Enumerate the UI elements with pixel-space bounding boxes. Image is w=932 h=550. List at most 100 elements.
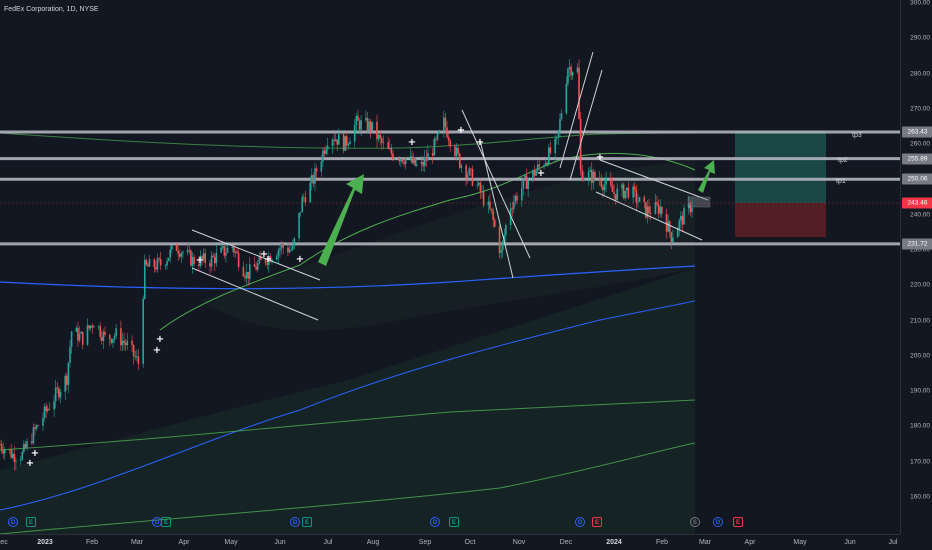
cross-marker: + bbox=[457, 125, 465, 136]
candle-body bbox=[500, 250, 502, 253]
candle-body bbox=[287, 247, 289, 253]
candle-body bbox=[598, 178, 601, 181]
candle-body bbox=[21, 451, 24, 460]
time-tick: 2024 bbox=[606, 539, 622, 546]
candle-body bbox=[148, 259, 151, 267]
candle-body bbox=[643, 197, 646, 203]
tp3-label: tp3 bbox=[852, 132, 862, 139]
candle-body bbox=[169, 249, 172, 258]
event-marker-div[interactable]: D bbox=[430, 517, 440, 527]
event-marker-earn[interactable]: E bbox=[26, 517, 36, 527]
candle-body bbox=[353, 124, 356, 142]
candle-body bbox=[505, 224, 507, 236]
time-axis[interactable]: ec 2023 Feb Mar Apr May Jun Jul Aug Sep Oct Nov Dec 2… bbox=[0, 534, 900, 550]
candle-body bbox=[32, 427, 35, 444]
channel-3-lower bbox=[569, 69, 603, 181]
candle-body bbox=[468, 168, 471, 175]
candle-body bbox=[314, 168, 316, 184]
tp1-label: tp1 bbox=[836, 178, 846, 185]
candle-body bbox=[691, 207, 693, 213]
candle-body bbox=[657, 204, 660, 214]
cross-marker: + bbox=[196, 255, 204, 266]
channel-3-upper bbox=[559, 51, 594, 169]
event-marker-div[interactable]: D bbox=[713, 517, 723, 527]
price-axis[interactable]: 300.00290.00280.00270.00260.00250.00240.… bbox=[900, 0, 932, 534]
candle-body bbox=[210, 255, 213, 267]
candle-body bbox=[654, 202, 657, 214]
candle-body bbox=[180, 253, 183, 257]
candle-body bbox=[326, 146, 329, 150]
price-level-label: 231.72 bbox=[902, 238, 932, 250]
time-tick: Mar bbox=[698, 539, 712, 546]
candle-body bbox=[357, 115, 359, 121]
candle-body bbox=[191, 257, 194, 266]
candle-body bbox=[167, 257, 170, 262]
price-chart[interactable]: +++++++ ++++++ bbox=[0, 0, 900, 534]
candle-body bbox=[80, 331, 82, 334]
candle-body bbox=[91, 325, 94, 328]
profit-zone bbox=[735, 131, 826, 203]
candle-body bbox=[404, 158, 407, 165]
candle-body bbox=[101, 336, 103, 341]
time-tick: Jun bbox=[844, 539, 856, 546]
candle-body bbox=[13, 453, 16, 462]
candle-body bbox=[193, 257, 195, 265]
event-marker-earn-red[interactable]: E bbox=[592, 517, 602, 527]
candle-body bbox=[546, 162, 549, 165]
candle-body bbox=[188, 250, 191, 252]
event-marker-div[interactable]: D bbox=[290, 517, 300, 527]
candle-body bbox=[409, 156, 412, 159]
candle-body bbox=[511, 208, 514, 210]
candle-body bbox=[578, 67, 580, 119]
candle-body bbox=[145, 259, 148, 265]
candle-body bbox=[656, 202, 658, 205]
candle-body bbox=[427, 153, 429, 161]
time-tick: Sep bbox=[418, 539, 432, 546]
candle-body bbox=[344, 136, 347, 151]
candle-body bbox=[514, 195, 517, 202]
candle-body bbox=[234, 251, 237, 253]
candle-body bbox=[309, 182, 312, 203]
event-marker-earn[interactable]: E bbox=[449, 517, 459, 527]
candle-body bbox=[204, 253, 207, 264]
event-marker-div[interactable]: D bbox=[575, 517, 585, 527]
candle-body bbox=[567, 68, 569, 84]
candle-body bbox=[605, 178, 607, 185]
event-marker-split[interactable]: S bbox=[690, 517, 700, 527]
candle-body bbox=[403, 162, 405, 165]
candle-body bbox=[93, 326, 95, 328]
candle-body bbox=[276, 256, 278, 260]
event-marker-earn[interactable]: E bbox=[302, 517, 312, 527]
candle-body bbox=[525, 175, 528, 189]
candle-body bbox=[37, 425, 39, 427]
candle-body bbox=[358, 120, 361, 130]
candle-body bbox=[527, 179, 529, 189]
candle-body bbox=[613, 191, 615, 195]
candle-body bbox=[680, 215, 682, 221]
symbol-title[interactable]: FedEx Corporation, 1D, NYSE bbox=[4, 6, 99, 13]
time-tick: Oct bbox=[464, 539, 476, 546]
candle-body bbox=[223, 246, 226, 256]
candle-body bbox=[136, 356, 138, 358]
candle-body bbox=[369, 121, 372, 131]
candle-body bbox=[177, 250, 179, 254]
candle-body bbox=[315, 168, 318, 172]
candle-body bbox=[603, 184, 606, 191]
cross-marker: + bbox=[296, 254, 304, 265]
event-marker-earn[interactable]: E bbox=[161, 517, 171, 527]
time-tick: May bbox=[793, 539, 807, 546]
candle-body bbox=[366, 117, 369, 131]
candle-body bbox=[75, 327, 78, 332]
event-marker-div[interactable]: D bbox=[8, 517, 18, 527]
candle-body bbox=[236, 251, 238, 254]
event-marker-earn-red[interactable]: E bbox=[733, 517, 743, 527]
candle-body bbox=[110, 338, 113, 343]
candle-body bbox=[616, 188, 619, 200]
candle-body bbox=[360, 120, 362, 130]
price-level-label: 250.06 bbox=[902, 173, 932, 185]
candle-body bbox=[153, 259, 156, 268]
price-level-label: 255.89 bbox=[902, 153, 932, 165]
candle-body bbox=[387, 142, 389, 149]
candle-body bbox=[431, 153, 434, 156]
time-tick: Feb bbox=[655, 539, 669, 546]
